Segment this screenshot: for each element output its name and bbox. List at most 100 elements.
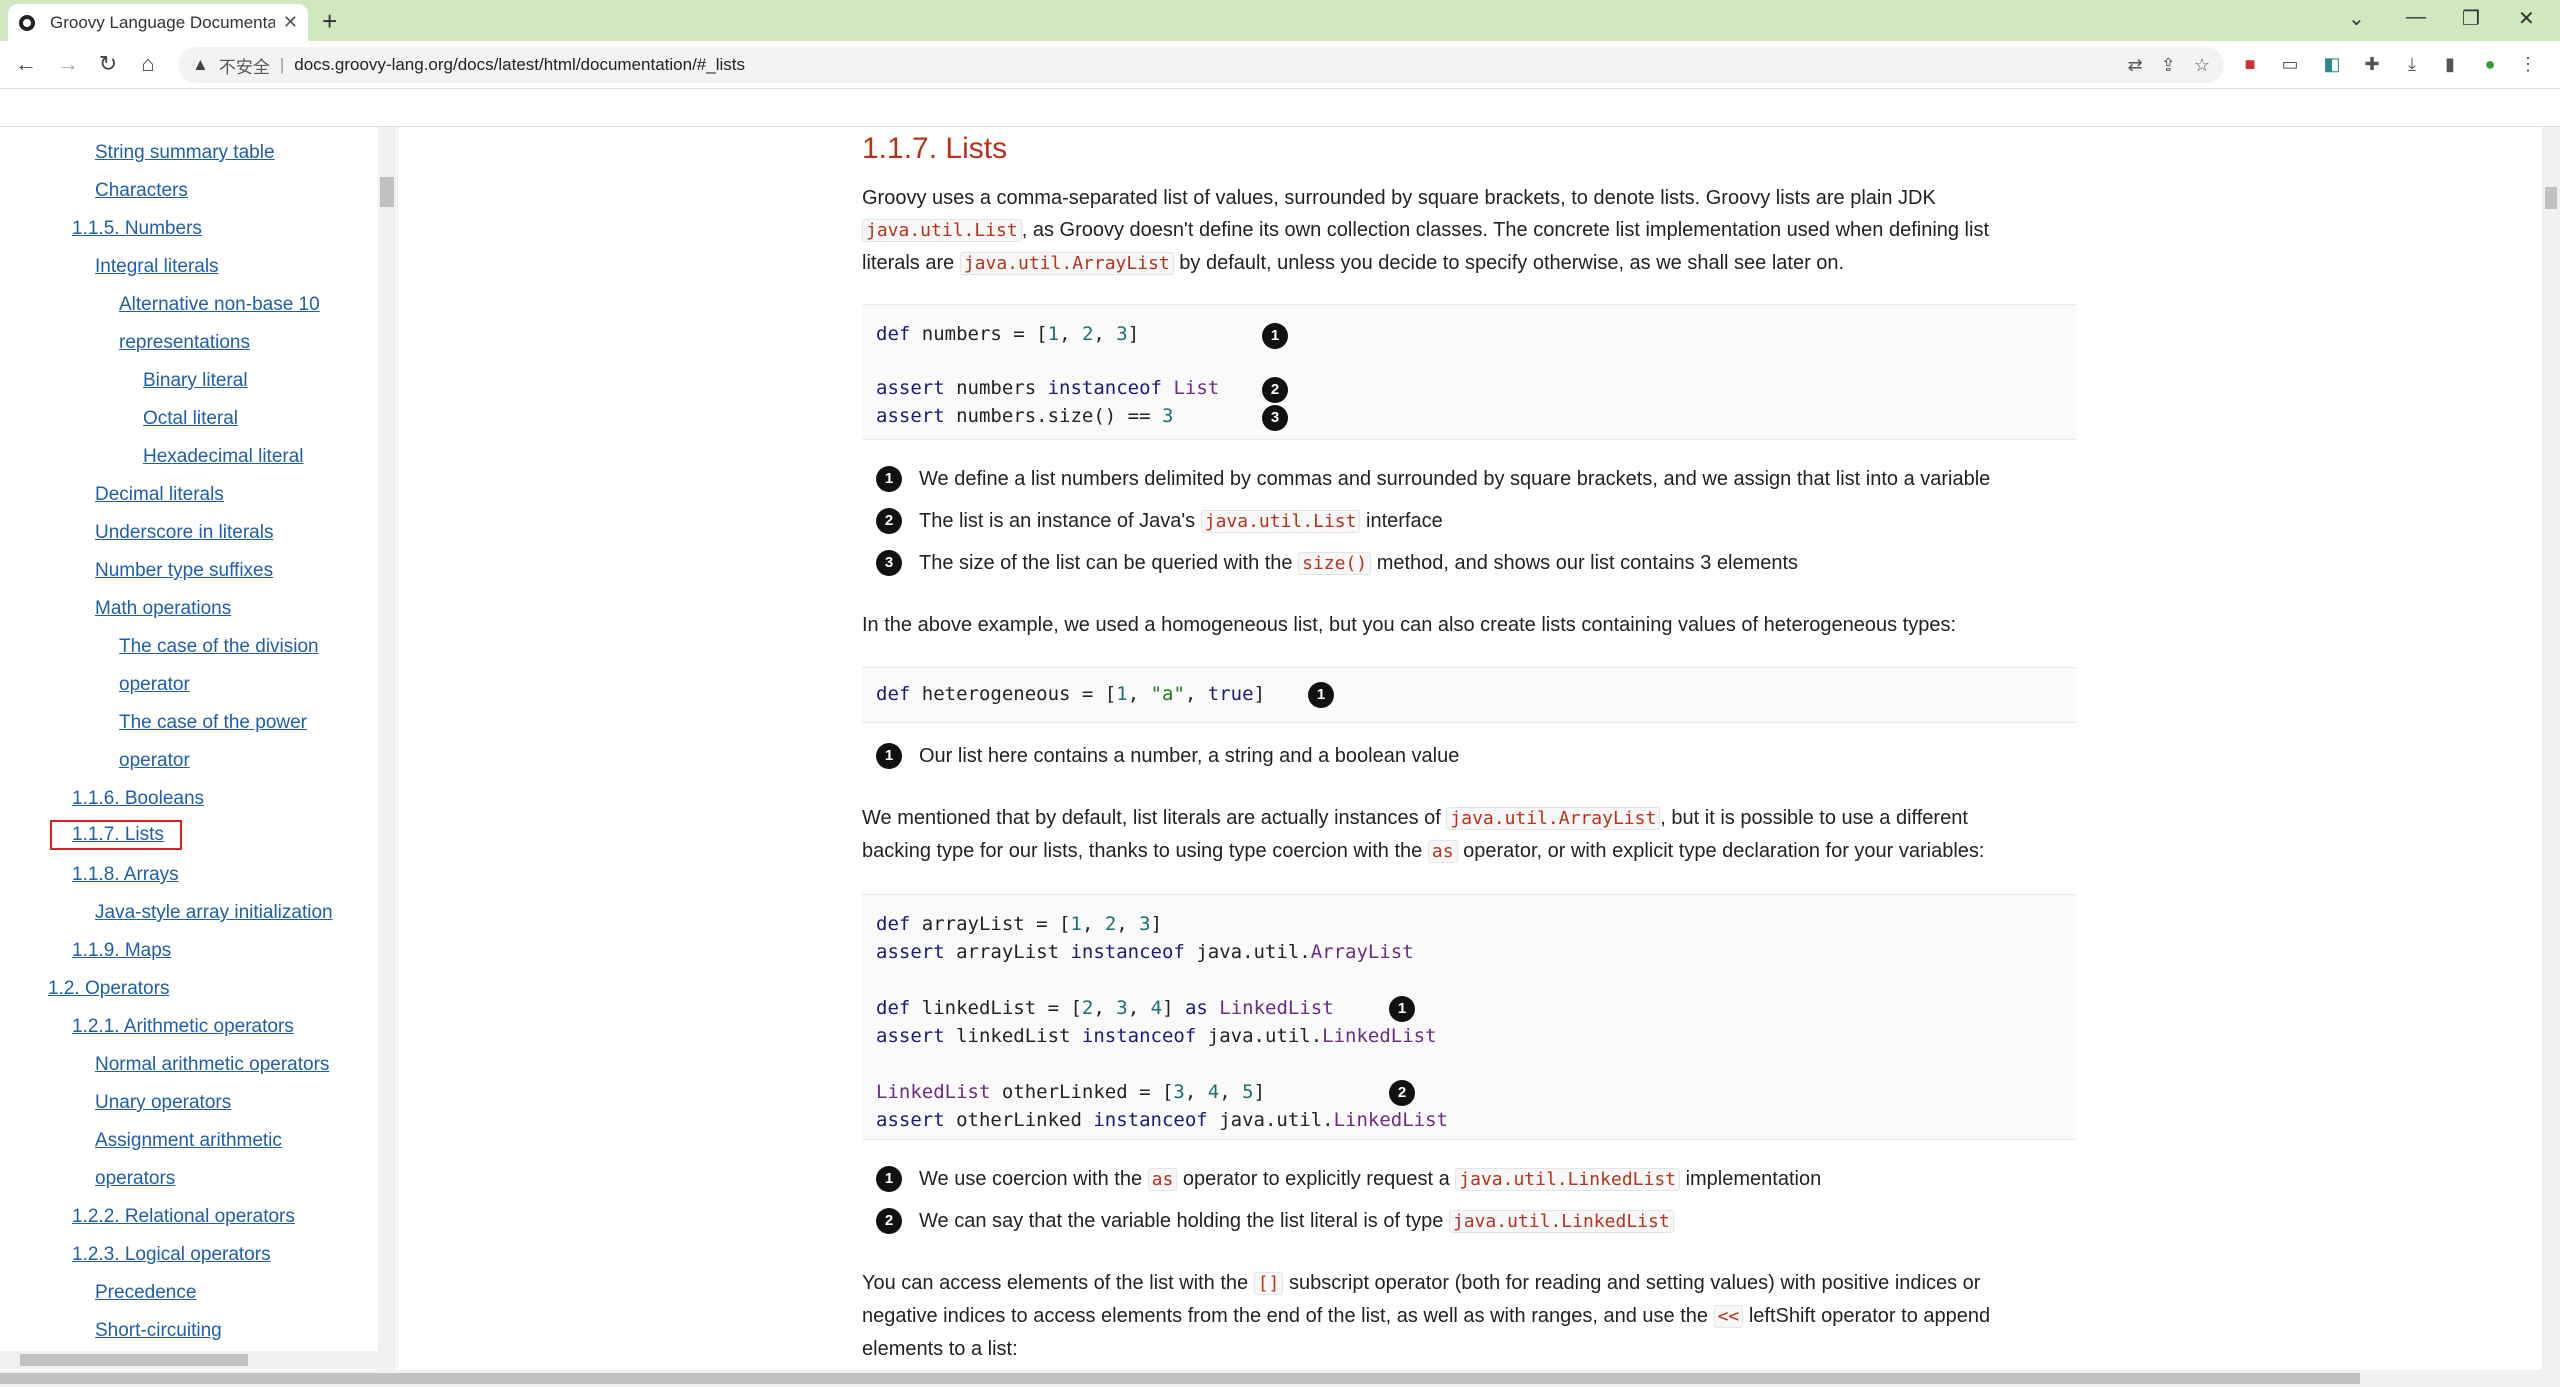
main-content: 1.1.7. Lists Groovy uses a comma-separat…: [400, 127, 2542, 1370]
code-listing: def numbers = [1, 2, 3] 1 assert numbers…: [862, 304, 2076, 440]
toc-item[interactable]: Binary literal: [143, 370, 248, 392]
code-line: def heterogeneous = [1, "a", true]: [876, 683, 1266, 705]
toc-item[interactable]: 1.2.1. Arithmetic operators: [72, 1016, 294, 1038]
inline-code: java.util.LinkedList: [1455, 1168, 1681, 1191]
reload-button[interactable]: ↻: [94, 51, 122, 77]
back-button[interactable]: ←: [12, 51, 40, 77]
sidebar-horizontal-scrollbar[interactable]: [0, 1351, 378, 1369]
toc-item[interactable]: Precedence: [95, 1282, 196, 1304]
toc-item[interactable]: Alternative non-base 10: [119, 294, 320, 316]
browser-tab[interactable]: Groovy Language Documentati ✕: [8, 4, 308, 41]
restore-button[interactable]: ❐: [2462, 6, 2480, 31]
close-window-button[interactable]: ✕: [2518, 6, 2535, 31]
inline-code: <<: [1713, 1305, 1744, 1328]
side-panel-icon[interactable]: ▮: [2440, 54, 2460, 74]
extensions-puzzle-icon[interactable]: ✚: [2362, 54, 2382, 74]
share-icon[interactable]: ⇪: [2161, 55, 2176, 76]
extension-gray-icon[interactable]: ▭: [2280, 54, 2300, 74]
toc-item[interactable]: Hexadecimal literal: [143, 446, 304, 468]
callout-marker: 3: [1262, 405, 1288, 431]
translate-icon[interactable]: ⇄: [2128, 55, 2143, 76]
code-line: def arrayList = [1, 2, 3]: [876, 913, 1163, 935]
toc-item[interactable]: representations: [119, 332, 250, 354]
forward-button[interactable]: →: [54, 51, 82, 77]
code-line: def linkedList = [2, 3, 4] as LinkedList: [876, 997, 1334, 1019]
page-horizontal-scrollbar[interactable]: [0, 1370, 2560, 1387]
toc-item[interactable]: Octal literal: [143, 408, 238, 430]
inline-code: as: [1147, 1168, 1178, 1191]
toc-item[interactable]: 1.2.3. Logical operators: [72, 1244, 271, 1266]
toc-item[interactable]: Short-circuiting: [95, 1320, 222, 1342]
toc-item[interactable]: The case of the power: [119, 712, 307, 734]
toc-item[interactable]: 1.1.8. Arrays: [72, 864, 179, 886]
callout-marker: 2: [1389, 1080, 1415, 1106]
toc-item[interactable]: Integral literals: [95, 256, 219, 278]
omnibox-actions: ⇄ ⇪ ☆: [2128, 55, 2210, 76]
close-tab-icon[interactable]: ✕: [283, 12, 298, 33]
toc-item[interactable]: String summary table: [95, 142, 275, 164]
code-line: assert linkedList instanceof java.util.L…: [876, 1025, 1437, 1047]
toc-item[interactable]: 1.1.9. Maps: [72, 940, 171, 962]
page-hscroll-thumb[interactable]: [0, 1373, 2360, 1384]
paragraph-heterogeneous: In the above example, we used a homogene…: [862, 614, 1957, 636]
toc-item[interactable]: Underscore in literals: [95, 522, 273, 544]
paragraph-backing-type: We mentioned that by default, list liter…: [862, 807, 1985, 863]
code-listing: def heterogeneous = [1, "a", true] 1: [862, 667, 2076, 723]
toc-sidebar: String summary table Characters 1.1.5. N…: [0, 127, 398, 1370]
new-tab-button[interactable]: +: [322, 6, 337, 37]
toc-item[interactable]: Decimal literals: [95, 484, 224, 506]
toc-item[interactable]: 1.2. Operators: [48, 978, 169, 1000]
bookmark-star-icon[interactable]: ☆: [2194, 55, 2210, 76]
toc-item[interactable]: Java-style array initialization: [95, 902, 333, 924]
inline-code: java.util.ArrayList: [1446, 807, 1661, 830]
tab-title: Groovy Language Documentati: [50, 12, 275, 32]
paragraph-access: You can access elements of the list with…: [862, 1272, 1991, 1360]
toc-item[interactable]: The case of the division: [119, 636, 319, 658]
toc-item[interactable]: operators: [95, 1168, 175, 1190]
toc-item[interactable]: operator: [119, 750, 190, 772]
callout-marker: 1: [1262, 323, 1288, 349]
extension-red-icon[interactable]: ■: [2240, 54, 2260, 74]
code-line: assert otherLinked instanceof java.util.…: [876, 1109, 1448, 1131]
code-line: def numbers = [1, 2, 3]: [876, 323, 1140, 345]
address-url[interactable]: docs.groovy-lang.org/docs/latest/html/do…: [294, 55, 745, 75]
section-heading: 1.1.7. Lists: [862, 132, 1008, 165]
toc-item[interactable]: 1.1.5. Numbers: [72, 218, 202, 240]
sidebar-hscroll-thumb[interactable]: [20, 1354, 248, 1366]
address-bar[interactable]: ▲ 不安全 | docs.groovy-lang.org/docs/latest…: [178, 47, 2224, 83]
download-icon[interactable]: ⤓: [2402, 54, 2422, 74]
page-vertical-scrollbar[interactable]: [2542, 127, 2560, 1370]
browser-toolbar: ← → ↻ ⌂ ▲ 不安全 | docs.groovy-lang.org/doc…: [0, 41, 2560, 89]
toc-item[interactable]: operator: [119, 674, 190, 696]
code-line: assert numbers instanceof List: [876, 377, 1220, 399]
code-line: assert arrayList instanceof java.util.Ar…: [876, 941, 1414, 963]
toc-item[interactable]: Unary operators: [95, 1092, 231, 1114]
tab-strip: Groovy Language Documentati ✕ + ⌄ — ❐ ✕: [0, 0, 2560, 41]
tab-search-icon[interactable]: ⌄: [2348, 6, 2365, 31]
warning-icon[interactable]: ▲: [192, 55, 209, 75]
toc-item[interactable]: Characters: [95, 180, 188, 202]
inline-code: []: [1253, 1272, 1284, 1295]
groovy-favicon-icon: [19, 14, 35, 31]
toc-item[interactable]: Math operations: [95, 598, 231, 620]
extension-teal-icon[interactable]: ◧: [2322, 54, 2342, 74]
code-line: assert numbers.size() == 3: [876, 405, 1174, 427]
toc-item-selected[interactable]: 1.1.7. Lists: [50, 820, 182, 850]
sidebar-scroll-thumb[interactable]: [380, 177, 394, 207]
toc-item[interactable]: 1.2.2. Relational operators: [72, 1206, 295, 1228]
page-scroll-thumb[interactable]: [2545, 187, 2557, 209]
toc-item[interactable]: 1.1.6. Booleans: [72, 788, 204, 810]
sidebar-vertical-scrollbar[interactable]: [378, 127, 396, 1370]
toc-item[interactable]: Number type suffixes: [95, 560, 273, 582]
home-button[interactable]: ⌂: [134, 51, 162, 77]
toc-item[interactable]: Assignment arithmetic: [95, 1130, 282, 1152]
menu-kebab-icon[interactable]: ⋮: [2518, 54, 2538, 74]
paragraph-intro: Groovy uses a comma-separated list of va…: [862, 187, 1990, 275]
callout-marker: 1: [1308, 682, 1334, 708]
profile-avatar-icon[interactable]: ●: [2480, 54, 2500, 74]
inline-code: as: [1427, 840, 1458, 863]
inline-code: java.util.ArrayList: [959, 252, 1174, 275]
minimize-button[interactable]: —: [2406, 6, 2426, 29]
inline-code: java.util.List: [1200, 510, 1361, 533]
toc-item[interactable]: Normal arithmetic operators: [95, 1054, 329, 1076]
